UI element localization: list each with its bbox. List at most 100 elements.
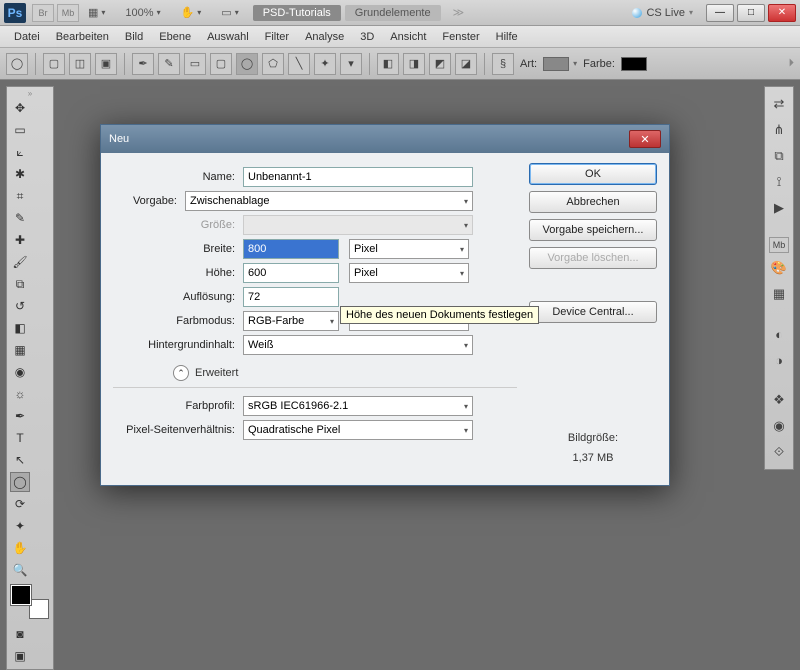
- heal-tool-icon[interactable]: ✚: [10, 230, 30, 250]
- gradient-tool-icon[interactable]: ▦: [10, 340, 30, 360]
- tool-preset-icon[interactable]: ◯: [6, 53, 28, 75]
- 3d-tool-icon[interactable]: ⟳: [10, 494, 30, 514]
- menu-filter[interactable]: Filter: [257, 29, 297, 45]
- dodge-tool-icon[interactable]: ☼: [10, 384, 30, 404]
- panel-handle-icon[interactable]: »: [9, 89, 51, 97]
- stamp-tool-icon[interactable]: ⧉: [10, 274, 30, 294]
- dialog-title-bar[interactable]: Neu ✕: [101, 125, 669, 153]
- history-brush-icon[interactable]: ↺: [10, 296, 30, 316]
- close-window-button[interactable]: ✕: [768, 4, 796, 22]
- shape-layers-icon[interactable]: ▢: [43, 53, 65, 75]
- options-overflow-icon[interactable]: ⏵: [789, 57, 795, 70]
- view-dropdown[interactable]: ▭: [215, 4, 244, 22]
- rounded-rect-icon[interactable]: ▢: [210, 53, 232, 75]
- pen-tool-icon[interactable]: ✒: [10, 406, 30, 426]
- style-swatch[interactable]: [543, 57, 569, 71]
- brush-panel-icon[interactable]: ⋔: [768, 119, 790, 141]
- colorprofile-dropdown[interactable]: sRGB IEC61966-2.1: [243, 396, 473, 416]
- masks-panel-icon[interactable]: ◑: [768, 349, 790, 371]
- style-link-icon[interactable]: §: [492, 53, 514, 75]
- zoom-dropdown[interactable]: 100%: [119, 4, 166, 22]
- menu-bearbeiten[interactable]: Bearbeiten: [48, 29, 117, 45]
- color-panel-icon[interactable]: 🎨: [768, 257, 790, 279]
- menu-auswahl[interactable]: Auswahl: [199, 29, 257, 45]
- quickmask-icon[interactable]: ◙: [10, 624, 30, 644]
- save-preset-button[interactable]: Vorgabe speichern...: [529, 219, 657, 241]
- menu-ebene[interactable]: Ebene: [151, 29, 199, 45]
- minimize-button[interactable]: ―: [706, 4, 734, 22]
- freeform-pen-icon[interactable]: ✎: [158, 53, 180, 75]
- shape-tool-icon[interactable]: ◯: [10, 472, 30, 492]
- color-swatch[interactable]: [621, 57, 647, 71]
- actions-panel-icon[interactable]: ▶: [768, 197, 790, 219]
- intersect-icon[interactable]: ◩: [429, 53, 451, 75]
- ellipse-shape-icon[interactable]: ◯: [236, 53, 258, 75]
- menu-fenster[interactable]: Fenster: [434, 29, 487, 45]
- hand-tool-icon[interactable]: ✋: [10, 538, 30, 558]
- rect-shape-icon[interactable]: ▭: [184, 53, 206, 75]
- preset-dropdown[interactable]: Zwischenablage: [185, 191, 473, 211]
- paths-panel-icon[interactable]: ⟐: [768, 441, 790, 463]
- fill-pixels-icon[interactable]: ▣: [95, 53, 117, 75]
- pen-icon[interactable]: ✒: [132, 53, 154, 75]
- styles-panel-icon[interactable]: ▦: [768, 283, 790, 305]
- screenmode-icon[interactable]: ▣: [10, 646, 30, 666]
- eraser-tool-icon[interactable]: ◧: [10, 318, 30, 338]
- combine-icon[interactable]: ◧: [377, 53, 399, 75]
- mb-panel-icon[interactable]: Mb: [769, 237, 789, 253]
- height-unit-dropdown[interactable]: Pixel: [349, 263, 469, 283]
- menu-bild[interactable]: Bild: [117, 29, 151, 45]
- bridge-button[interactable]: Br: [32, 4, 54, 22]
- menu-datei[interactable]: Datei: [6, 29, 48, 45]
- dialog-close-button[interactable]: ✕: [629, 130, 661, 148]
- adjust-panel-icon[interactable]: ◐: [768, 323, 790, 345]
- clone-panel-icon[interactable]: ⧉: [768, 145, 790, 167]
- line-shape-icon[interactable]: ╲: [288, 53, 310, 75]
- menu-analyse[interactable]: Analyse: [297, 29, 352, 45]
- zoom-tool-icon[interactable]: 🔍: [10, 560, 30, 580]
- ok-button[interactable]: OK: [529, 163, 657, 185]
- custom-shape-icon[interactable]: ✦: [314, 53, 336, 75]
- brush-tool-icon[interactable]: 🖌: [10, 252, 30, 272]
- maximize-button[interactable]: □: [737, 4, 765, 22]
- cs-live-button[interactable]: CS Live: [632, 7, 693, 19]
- workspace-tab[interactable]: Grundelemente: [345, 5, 441, 21]
- menu-3d[interactable]: 3D: [352, 29, 382, 45]
- shape-options-icon[interactable]: ▾: [340, 53, 362, 75]
- swatches-panel-icon[interactable]: ⇄: [768, 93, 790, 115]
- screen-mode-dropdown[interactable]: ▦: [82, 4, 111, 22]
- device-central-button[interactable]: Device Central...: [529, 301, 657, 323]
- hand-dropdown[interactable]: ✋: [175, 4, 208, 22]
- more-workspaces-icon[interactable]: ≫: [453, 6, 465, 19]
- width-input[interactable]: [243, 239, 339, 259]
- fg-color-swatch[interactable]: [11, 585, 31, 605]
- subtract-icon[interactable]: ◨: [403, 53, 425, 75]
- nav-panel-icon[interactable]: ⟟: [768, 171, 790, 193]
- colormode-dropdown[interactable]: RGB-Farbe: [243, 311, 339, 331]
- bg-color-swatch[interactable]: [29, 599, 49, 619]
- eyedropper-tool-icon[interactable]: ✎: [10, 208, 30, 228]
- exclude-icon[interactable]: ◪: [455, 53, 477, 75]
- lasso-tool-icon[interactable]: ⟀: [10, 142, 30, 162]
- cancel-button[interactable]: Abbrechen: [529, 191, 657, 213]
- menu-ansicht[interactable]: Ansicht: [382, 29, 434, 45]
- advanced-toggle[interactable]: ⌃ Erweitert: [173, 365, 517, 381]
- name-input[interactable]: [243, 167, 473, 187]
- wand-tool-icon[interactable]: ✱: [10, 164, 30, 184]
- path-select-icon[interactable]: ↖: [10, 450, 30, 470]
- layers-panel-icon[interactable]: ❖: [768, 389, 790, 411]
- polygon-shape-icon[interactable]: ⬠: [262, 53, 284, 75]
- minibridge-button[interactable]: Mb: [57, 4, 79, 22]
- paths-icon[interactable]: ◫: [69, 53, 91, 75]
- background-dropdown[interactable]: Weiß: [243, 335, 473, 355]
- type-tool-icon[interactable]: T: [10, 428, 30, 448]
- height-input[interactable]: [243, 263, 339, 283]
- color-picker[interactable]: [11, 585, 49, 619]
- 3d-camera-icon[interactable]: ✦: [10, 516, 30, 536]
- workspace-tab-active[interactable]: PSD-Tutorials: [253, 5, 341, 21]
- width-unit-dropdown[interactable]: Pixel: [349, 239, 469, 259]
- resolution-input[interactable]: [243, 287, 339, 307]
- pixelaspect-dropdown[interactable]: Quadratische Pixel: [243, 420, 473, 440]
- channels-panel-icon[interactable]: ◉: [768, 415, 790, 437]
- blur-tool-icon[interactable]: ◉: [10, 362, 30, 382]
